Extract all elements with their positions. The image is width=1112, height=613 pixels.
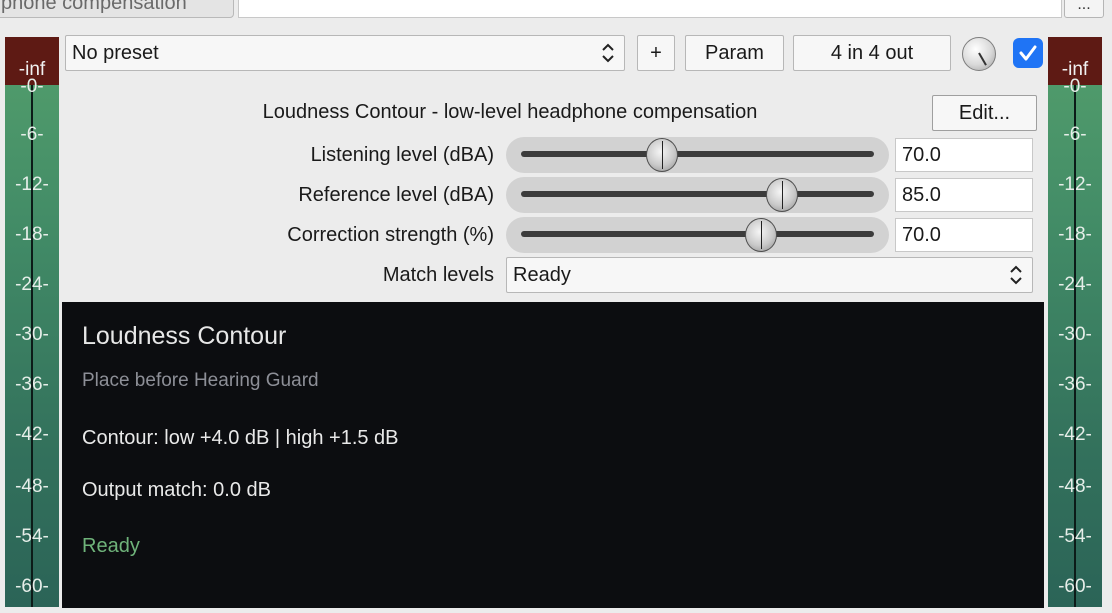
meter-tick: -24- [15, 274, 49, 295]
slider-reference-level[interactable] [506, 177, 889, 213]
meter-tick: -30- [1058, 324, 1092, 345]
meter-tick: -42- [1058, 424, 1092, 445]
meter-tick: -12- [1058, 174, 1092, 195]
edit-button[interactable]: Edit... [932, 95, 1037, 131]
param-label-listening-level: Listening level (dBA) [310, 144, 494, 166]
meter-tick: -30- [15, 324, 49, 345]
meter-tick: -24- [1058, 274, 1092, 295]
bypass-checkbox[interactable] [1013, 38, 1043, 68]
meter-tick: -0- [20, 76, 44, 97]
meter-tick: -18- [15, 224, 49, 245]
meter-tick: -48- [1058, 476, 1092, 497]
knob-indicator [978, 52, 987, 66]
param-label-reference-level: Reference level (dBA) [298, 184, 494, 206]
preset-select[interactable]: No preset [65, 35, 625, 71]
meter-tick: -0- [1063, 76, 1087, 97]
meter-tick: -54- [15, 526, 49, 547]
match-levels-select[interactable]: Ready [506, 257, 1033, 293]
meter-tick: -54- [1058, 526, 1092, 547]
status-text: Ready [82, 535, 140, 557]
window-title-tab[interactable]: phone compensation [0, 0, 234, 18]
param-button[interactable]: Param [685, 35, 784, 71]
window-edge [1104, 0, 1112, 613]
meter-tick: -42- [15, 424, 49, 445]
slider-thumb[interactable] [646, 138, 679, 172]
meter-tick: -6- [20, 124, 44, 145]
meter-tick: -36- [15, 374, 49, 395]
match-levels-value: Ready [513, 264, 571, 286]
slider-thumb[interactable] [745, 218, 778, 252]
match-levels-label: Match levels [382, 264, 494, 286]
checkmark-icon [1019, 45, 1037, 61]
meter-tick: -60- [1058, 576, 1092, 597]
more-button[interactable]: ... [1064, 0, 1104, 18]
meter-tick: -48- [15, 476, 49, 497]
add-preset-button[interactable]: + [637, 35, 675, 71]
window-edge [0, 608, 1112, 613]
value-field-listening-level[interactable]: 70.0 [895, 138, 1033, 172]
preset-select-value: No preset [72, 42, 159, 64]
fx-chain-list[interactable] [238, 0, 1062, 18]
slider-track [521, 231, 874, 237]
info-title: Loudness Contour [82, 322, 287, 350]
param-label-correction-strength: Correction strength (%) [287, 224, 494, 246]
slider-track [521, 151, 874, 157]
updown-chevron-icon [1010, 265, 1022, 285]
meter-tick: -60- [15, 576, 49, 597]
info-subtitle: Place before Hearing Guard [82, 370, 319, 391]
meter-tick: -6- [1063, 124, 1087, 145]
value-field-reference-level[interactable]: 85.0 [895, 178, 1033, 212]
slider-thumb[interactable] [766, 178, 799, 212]
meter-tick: -36- [1058, 374, 1092, 395]
slider-correction-strength[interactable] [506, 217, 889, 253]
wet-dry-knob[interactable] [962, 37, 996, 71]
meter-tick: -12- [15, 174, 49, 195]
meter-tick: -18- [1058, 224, 1092, 245]
top-strip: phone compensation ... [0, 0, 1112, 30]
plugin-title: Loudness Contour - low-level headphone c… [262, 101, 758, 123]
io-routing-button[interactable]: 4 in 4 out [793, 35, 951, 71]
slider-listening-level[interactable] [506, 137, 889, 173]
output-match-readout: Output match: 0.0 dB [82, 479, 271, 501]
updown-chevron-icon [602, 43, 614, 63]
input-meter: -inf -0- -6- -12- -18- -24- -30- -36- -4… [5, 37, 59, 607]
output-meter: -inf -0- -6- -12- -18- -24- -30- -36- -4… [1048, 37, 1102, 607]
contour-readout: Contour: low +4.0 dB | high +1.5 dB [82, 427, 399, 449]
info-display: Loudness Contour Place before Hearing Gu… [62, 302, 1044, 608]
slider-track [521, 191, 874, 197]
value-field-correction-strength[interactable]: 70.0 [895, 218, 1033, 252]
